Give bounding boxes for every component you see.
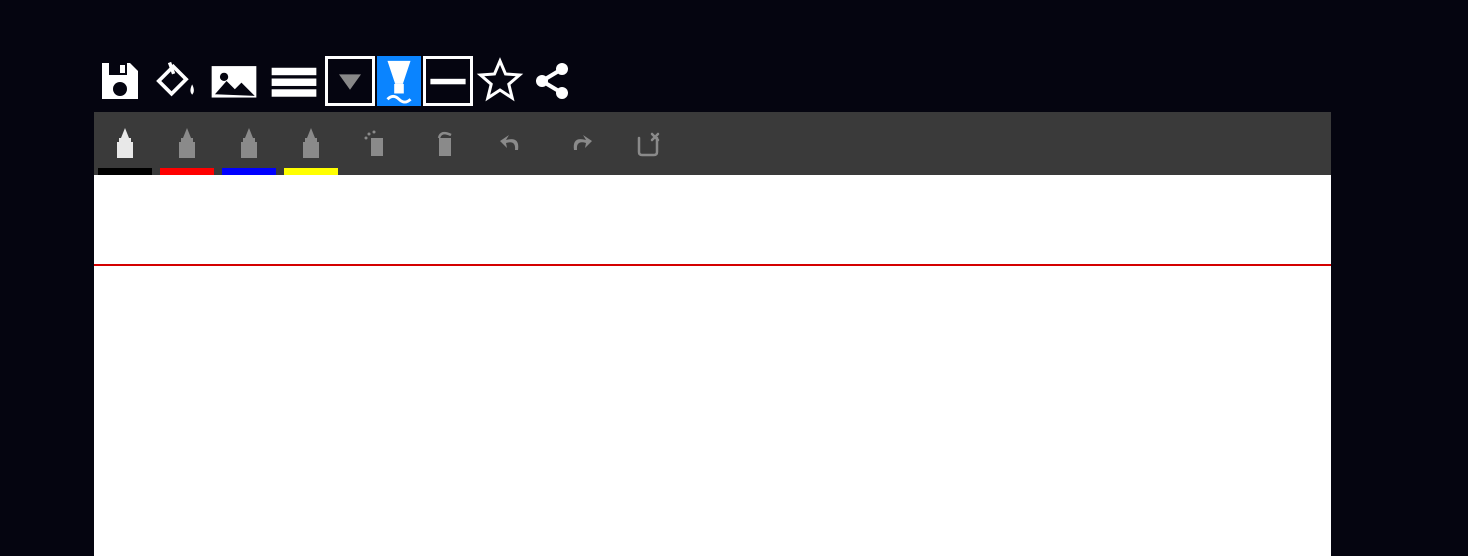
pen-toolbar: [94, 112, 1331, 175]
undo-icon: [498, 130, 526, 158]
clean-eraser-icon: [362, 130, 390, 158]
eraser-button[interactable]: [410, 112, 478, 175]
save-button[interactable]: [95, 56, 145, 106]
fill-button[interactable]: [147, 56, 203, 106]
eraser-icon: [430, 130, 458, 158]
pen-blue-button[interactable]: [218, 112, 280, 175]
dropdown-triangle-icon: [328, 57, 372, 105]
strikethrough-button[interactable]: [423, 56, 473, 106]
drawing-canvas[interactable]: [94, 175, 1331, 556]
redo-button[interactable]: [546, 112, 614, 175]
pen-red-button[interactable]: [156, 112, 218, 175]
canvas-guide-line: [94, 264, 1331, 266]
clear-page-icon: [634, 130, 662, 158]
pen-tip-icon: [115, 128, 135, 160]
strikethrough-icon: [426, 57, 470, 105]
pen-color-swatch: [284, 168, 338, 175]
pen-color-swatch: [160, 168, 214, 175]
favorite-button[interactable]: [475, 56, 525, 106]
line-weight-icon: [270, 57, 318, 105]
pen-tip-icon: [301, 128, 321, 160]
pen-tip-icon: [239, 128, 259, 160]
line-weight-button[interactable]: [265, 56, 323, 106]
pen-color-swatch: [98, 168, 152, 175]
insert-image-button[interactable]: [205, 56, 263, 106]
image-icon: [210, 57, 258, 105]
pen-black-button[interactable]: [94, 112, 156, 175]
pen-yellow-button[interactable]: [280, 112, 342, 175]
clean-eraser-button[interactable]: [342, 112, 410, 175]
highlighter-icon: [377, 57, 421, 105]
clear-page-button[interactable]: [614, 112, 682, 175]
dropdown-button[interactable]: [325, 56, 375, 106]
share-button[interactable]: [527, 56, 577, 106]
save-icon: [96, 57, 144, 105]
main-toolbar: [0, 0, 1468, 112]
star-outline-icon: [476, 57, 524, 105]
pen-color-swatch: [222, 168, 276, 175]
paint-bucket-icon: [151, 57, 199, 105]
highlighter-button[interactable]: [377, 56, 421, 106]
pen-tip-icon: [177, 128, 197, 160]
share-icon: [528, 57, 576, 105]
redo-icon: [566, 130, 594, 158]
undo-button[interactable]: [478, 112, 546, 175]
